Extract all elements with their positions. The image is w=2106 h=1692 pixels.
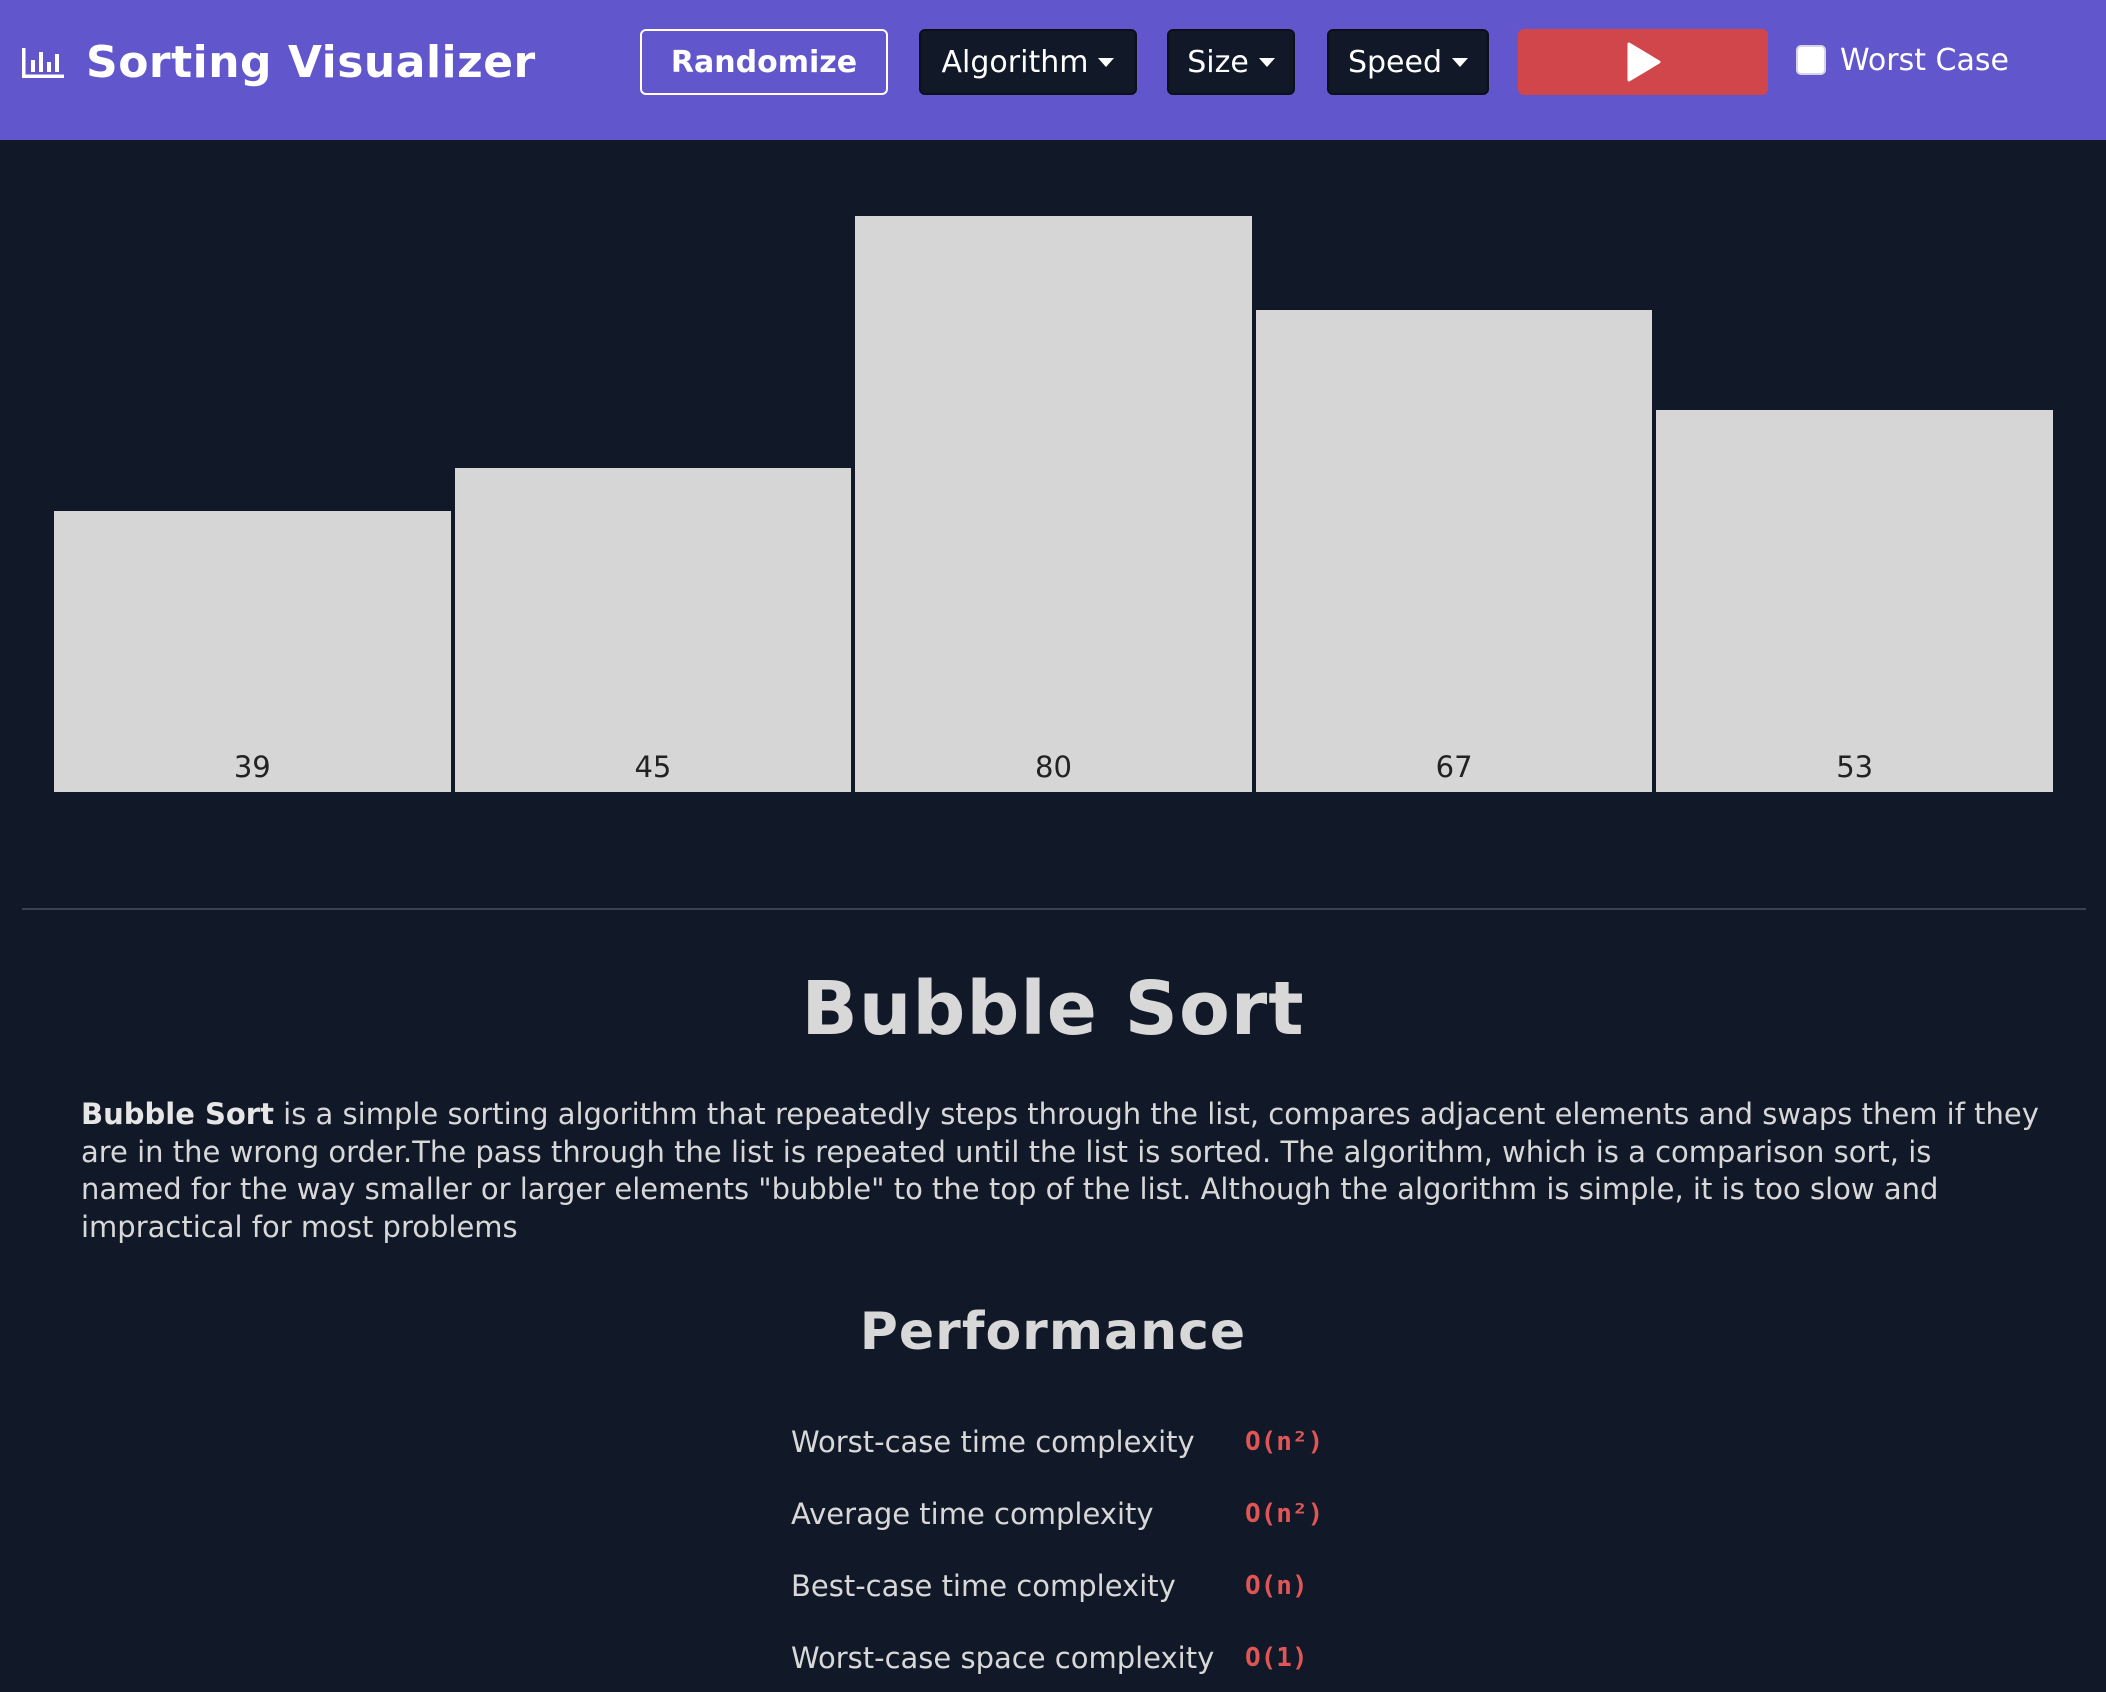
brand[interactable]: Sorting Visualizer xyxy=(20,32,536,92)
speed-dropdown-label: Speed xyxy=(1347,44,1443,80)
description-text: is a simple sorting algorithm that repea… xyxy=(81,1097,2039,1244)
navbar: Sorting Visualizer Randomize Algorithm S… xyxy=(0,0,2106,140)
array-bar: 53 xyxy=(1656,410,2053,792)
bar-chart-icon xyxy=(22,48,64,78)
worst-case-label: Worst Case xyxy=(1840,42,2009,78)
performance-value: O(n²) xyxy=(1245,1427,1324,1457)
performance-row-average-time: Average time complexity O(n²) xyxy=(791,1492,1491,1536)
description-bold: Bubble Sort xyxy=(81,1097,274,1131)
performance-value: O(n²) xyxy=(1245,1499,1324,1529)
array-bar: 80 xyxy=(855,216,1252,792)
bar-value-label: 45 xyxy=(634,750,672,784)
caret-down-icon xyxy=(1452,57,1469,67)
divider xyxy=(22,908,2086,910)
performance-row-worst-time: Worst-case time complexity O(n²) xyxy=(791,1420,1491,1464)
bar-chart: 39 45 80 67 53 xyxy=(54,190,2053,792)
performance-row-worst-space: Worst-case space complexity O(1) xyxy=(791,1636,1491,1680)
worst-case-checkbox[interactable] xyxy=(1796,45,1826,75)
performance-row-best-time: Best-case time complexity O(n) xyxy=(791,1564,1491,1608)
algorithm-dropdown-label: Algorithm xyxy=(941,44,1089,80)
bar-value-label: 39 xyxy=(233,750,271,784)
worst-case-toggle[interactable]: Worst Case xyxy=(1796,38,2009,82)
array-bar: 45 xyxy=(454,468,852,792)
performance-label: Average time complexity xyxy=(791,1497,1154,1531)
caret-down-icon xyxy=(1098,57,1115,67)
performance-value: O(1) xyxy=(1245,1643,1308,1673)
speed-dropdown[interactable]: Speed xyxy=(1327,29,1489,95)
randomize-button[interactable]: Randomize xyxy=(640,29,888,95)
algorithm-dropdown[interactable]: Algorithm xyxy=(919,29,1137,95)
play-icon xyxy=(1627,42,1661,82)
algorithm-description: Bubble Sort is a simple sorting algorith… xyxy=(81,1096,2041,1246)
size-dropdown-label: Size xyxy=(1187,44,1249,80)
performance-label: Worst-case space complexity xyxy=(791,1641,1215,1675)
page: Sorting Visualizer Randomize Algorithm S… xyxy=(0,0,2106,1692)
bar-value-label: 80 xyxy=(1035,750,1072,784)
bar-value-label: 53 xyxy=(1836,750,1874,784)
performance-label: Best-case time complexity xyxy=(791,1569,1176,1603)
algorithm-title: Bubble Sort xyxy=(801,966,1305,1052)
bar-value-label: 67 xyxy=(1435,750,1473,784)
play-button[interactable] xyxy=(1518,29,1768,95)
size-dropdown[interactable]: Size xyxy=(1167,29,1295,95)
array-bar: 67 xyxy=(1255,309,1653,792)
performance-label: Worst-case time complexity xyxy=(791,1425,1195,1459)
app-title: Sorting Visualizer xyxy=(86,36,536,88)
performance-value: O(n) xyxy=(1245,1571,1308,1601)
array-bar: 39 xyxy=(54,511,451,792)
performance-title: Performance xyxy=(859,1302,1247,1362)
caret-down-icon xyxy=(1258,57,1275,67)
